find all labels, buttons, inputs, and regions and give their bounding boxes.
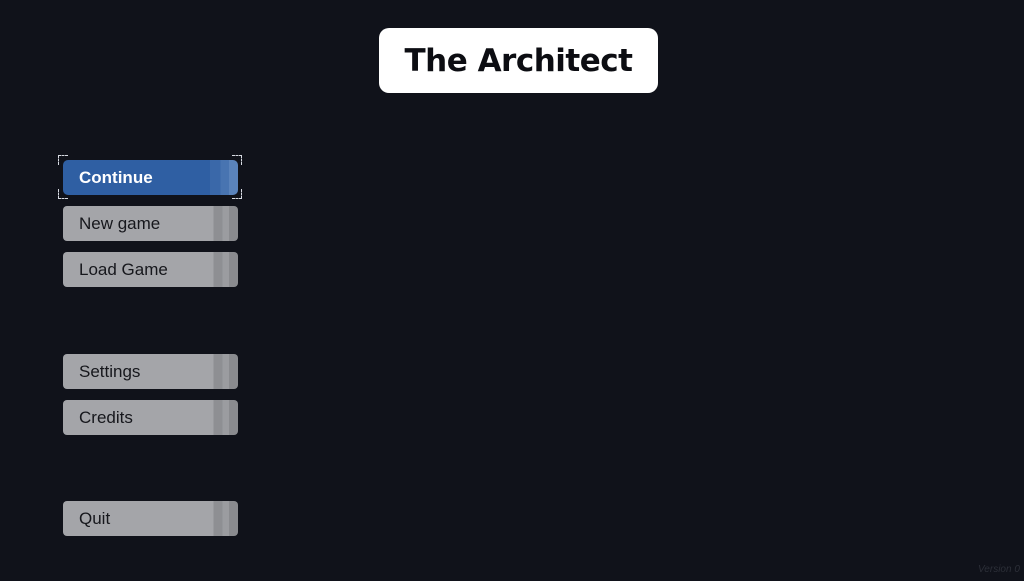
- credits-button-label: Credits: [79, 407, 133, 427]
- quit-button[interactable]: Quit: [63, 501, 238, 536]
- credits-button[interactable]: Credits: [63, 400, 238, 435]
- new-game-button-label: New game: [79, 213, 161, 233]
- settings-button[interactable]: Settings: [63, 354, 238, 389]
- continue-button[interactable]: Continue: [63, 160, 238, 195]
- continue-button-label: Continue: [79, 167, 153, 187]
- load-game-button-label: Load Game: [79, 259, 168, 279]
- new-game-button[interactable]: New game: [63, 206, 238, 241]
- settings-button-label: Settings: [79, 361, 141, 381]
- quit-button-label: Quit: [79, 508, 111, 528]
- load-game-button[interactable]: Load Game: [63, 252, 238, 287]
- version-label: Version 0: [978, 564, 1020, 575]
- game-title: The Architect: [404, 42, 633, 79]
- game-title-panel: The Architect: [379, 28, 658, 93]
